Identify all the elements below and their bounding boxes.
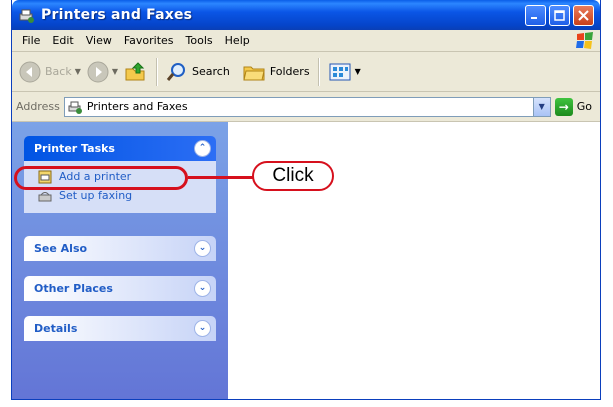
- views-dropdown-icon[interactable]: ▼: [355, 67, 361, 76]
- window-title: Printers and Faxes: [41, 7, 193, 23]
- see-also-header[interactable]: See Also ⌄: [24, 236, 216, 261]
- other-places-title: Other Places: [34, 282, 113, 295]
- details-panel: Details ⌄: [24, 316, 216, 341]
- up-folder-button[interactable]: [121, 56, 151, 88]
- chevron-up-icon[interactable]: ⌃: [194, 140, 211, 157]
- address-dropdown-button[interactable]: ▼: [532, 97, 550, 116]
- add-printer-highlight: [14, 166, 188, 190]
- windows-logo-icon: [576, 32, 593, 49]
- maximize-icon: [554, 9, 565, 21]
- menu-view[interactable]: View: [80, 34, 118, 47]
- back-button[interactable]: Back ▼: [16, 56, 84, 88]
- menu-favorites[interactable]: Favorites: [118, 34, 180, 47]
- other-places-panel: Other Places ⌄: [24, 276, 216, 301]
- details-header[interactable]: Details ⌄: [24, 316, 216, 341]
- printer-tasks-title: Printer Tasks: [34, 142, 115, 155]
- menu-help[interactable]: Help: [219, 34, 256, 47]
- printer-tasks-header[interactable]: Printer Tasks ⌃: [24, 136, 216, 161]
- go-label: Go: [576, 100, 592, 113]
- other-places-header[interactable]: Other Places ⌄: [24, 276, 216, 301]
- back-dropdown-icon[interactable]: ▼: [75, 67, 81, 76]
- callout-label: Click: [252, 161, 334, 191]
- address-label: Address: [16, 100, 60, 113]
- forward-dropdown-icon[interactable]: ▼: [112, 67, 118, 76]
- chevron-down-icon: ▼: [538, 102, 545, 111]
- chevron-down-icon[interactable]: ⌄: [194, 240, 211, 257]
- maximize-button[interactable]: [549, 4, 570, 26]
- forward-button[interactable]: ▼: [84, 56, 121, 88]
- menu-bar: File Edit View Favorites Tools Help: [12, 30, 600, 52]
- search-button[interactable]: Search: [163, 56, 233, 88]
- folders-icon: [243, 66, 265, 80]
- see-also-title: See Also: [34, 242, 88, 255]
- chevron-down-icon[interactable]: ⌄: [194, 280, 211, 297]
- go-button[interactable]: → Go: [554, 97, 592, 116]
- toolbar-separator: [156, 57, 159, 86]
- search-label: Search: [192, 65, 230, 78]
- minimize-icon: [531, 16, 537, 19]
- toolbar: Back ▼ ▼ Search Folders ▼: [12, 52, 600, 92]
- back-arrow-icon: [19, 61, 41, 82]
- close-button[interactable]: [573, 4, 594, 26]
- chevron-down-icon[interactable]: ⌄: [194, 320, 211, 337]
- menu-edit[interactable]: Edit: [46, 34, 79, 47]
- title-bar[interactable]: Printers and Faxes: [12, 0, 600, 30]
- search-icon: [166, 62, 186, 81]
- views-button[interactable]: ▼: [325, 56, 364, 88]
- callout-connector: [188, 176, 254, 179]
- close-icon: [578, 9, 589, 21]
- see-also-panel: See Also ⌄: [24, 236, 216, 261]
- folders-label: Folders: [269, 65, 310, 78]
- printer-fax-icon: [19, 9, 34, 23]
- address-value: Printers and Faxes: [86, 100, 188, 113]
- forward-arrow-icon: [87, 61, 109, 82]
- views-icon: [329, 63, 351, 80]
- set-up-faxing-label: Set up faxing: [59, 189, 133, 202]
- toolbar-separator: [317, 57, 320, 86]
- minimize-button[interactable]: [525, 4, 546, 26]
- folders-button[interactable]: Folders: [239, 56, 313, 88]
- menu-tools[interactable]: Tools: [180, 34, 219, 47]
- address-bar: Address Printers and Faxes ▼ → Go: [12, 92, 600, 122]
- menu-file[interactable]: File: [16, 34, 46, 47]
- back-label: Back: [45, 65, 72, 78]
- fax-icon: [38, 191, 52, 201]
- explorer-window: Printers and Faxes File Edit View Favori…: [11, 0, 601, 400]
- details-title: Details: [34, 322, 78, 335]
- printer-fax-icon: [68, 101, 82, 114]
- go-arrow-icon: →: [554, 97, 573, 116]
- task-pane: Printer Tasks ⌃ Add a printer Set up fax…: [12, 122, 228, 399]
- address-field[interactable]: Printers and Faxes ▼: [63, 96, 551, 117]
- up-folder-icon: [125, 61, 145, 80]
